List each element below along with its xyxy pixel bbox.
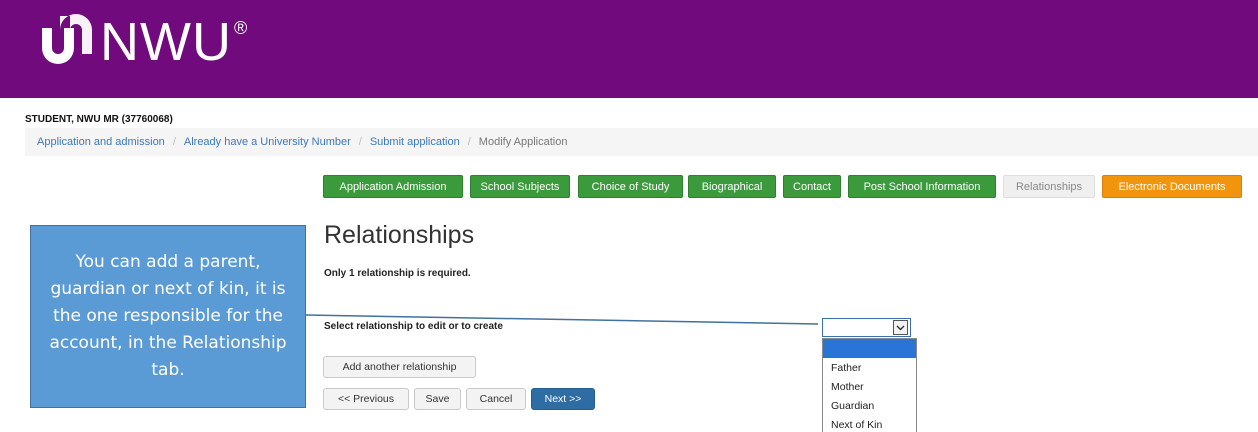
annotation-callout: You can add a parent, guardian or next o… — [30, 225, 306, 408]
